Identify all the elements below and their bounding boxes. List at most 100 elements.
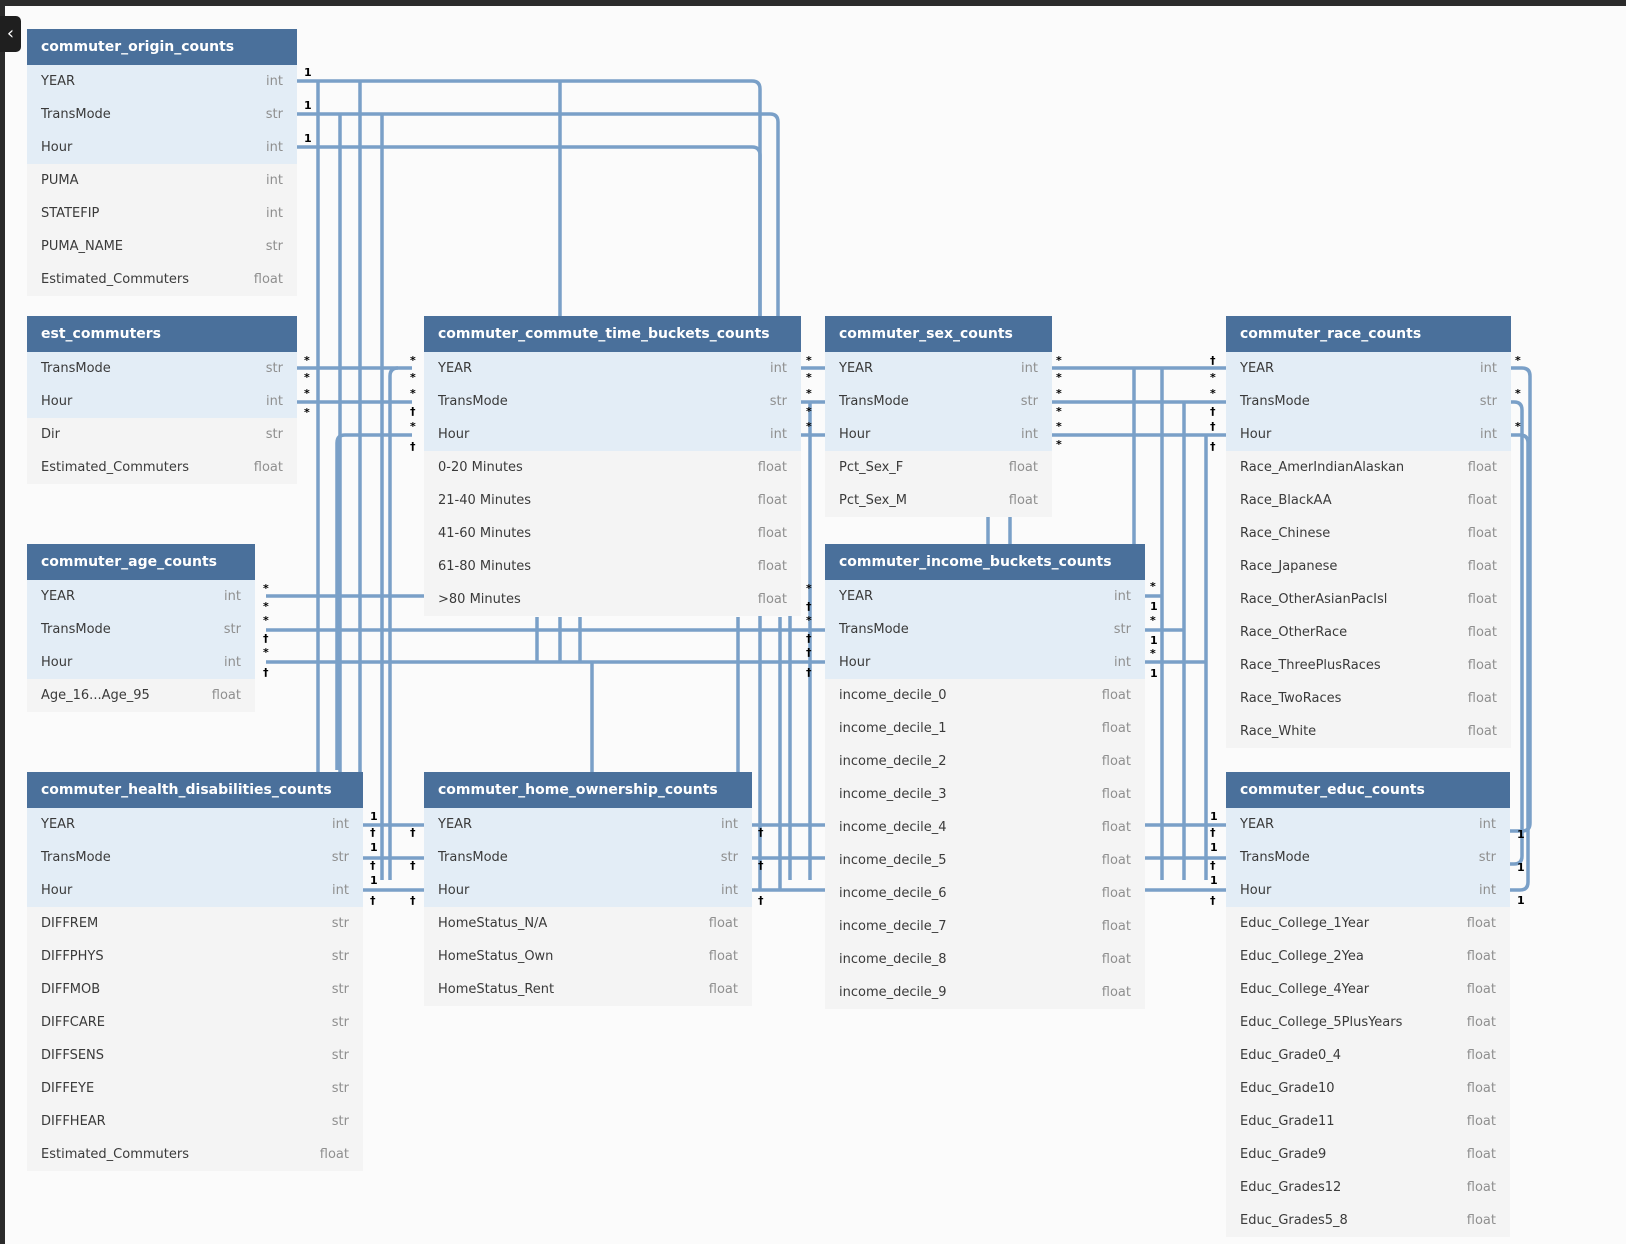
column-row[interactable]: YEAR int: [1226, 808, 1510, 841]
column-row[interactable]: YEAR int: [424, 808, 752, 841]
table-title[interactable]: commuter_age_counts: [27, 544, 255, 580]
table-title[interactable]: commuter_origin_counts: [27, 29, 297, 65]
column-row[interactable]: Dir str: [27, 418, 297, 451]
column-row[interactable]: Race_ThreePlusRaces float: [1226, 649, 1511, 682]
column-row[interactable]: HomeStatus_Own float: [424, 940, 752, 973]
column-row[interactable]: Hour int: [1226, 418, 1511, 451]
column-row[interactable]: PUMA_NAME str: [27, 230, 297, 263]
column-row[interactable]: HomeStatus_N/A float: [424, 907, 752, 940]
column-row[interactable]: Estimated_Commuters float: [27, 1138, 363, 1171]
column-row[interactable]: income_decile_6 float: [825, 877, 1145, 910]
table-commuter-educ-counts[interactable]: commuter_educ_counts YEAR int TransMode str H…: [1226, 772, 1510, 1237]
column-row[interactable]: DIFFSENS str: [27, 1039, 363, 1072]
column-row[interactable]: DIFFPHYS str: [27, 940, 363, 973]
column-row[interactable]: Educ_College_1Year float: [1226, 907, 1510, 940]
column-row[interactable]: Educ_College_5PlusYears float: [1226, 1006, 1510, 1039]
table-commuter-age-counts[interactable]: commuter_age_counts YEAR int TransMode str Ho…: [27, 544, 255, 712]
table-commuter-origin-counts[interactable]: commuter_origin_counts YEAR int TransMode st…: [27, 29, 297, 296]
column-row[interactable]: income_decile_4 float: [825, 811, 1145, 844]
column-row[interactable]: TransMode str: [424, 385, 801, 418]
column-row[interactable]: income_decile_1 float: [825, 712, 1145, 745]
column-row[interactable]: YEAR int: [27, 580, 255, 613]
column-row[interactable]: Educ_Grade11 float: [1226, 1105, 1510, 1138]
table-title[interactable]: commuter_race_counts: [1226, 316, 1511, 352]
table-title[interactable]: commuter_commute_time_buckets_counts: [424, 316, 801, 352]
table-commuter-health-disabilities-counts[interactable]: commuter_health_disabilities_counts YEAR i…: [27, 772, 363, 1171]
column-row[interactable]: income_decile_2 float: [825, 745, 1145, 778]
column-row[interactable]: TransMode str: [27, 98, 297, 131]
table-est-commuters[interactable]: est_commuters TransMode str Hour int Dir str Es…: [27, 316, 297, 484]
column-row[interactable]: DIFFHEAR str: [27, 1105, 363, 1138]
column-row[interactable]: Educ_College_4Year float: [1226, 973, 1510, 1006]
column-row[interactable]: DIFFMOB str: [27, 973, 363, 1006]
column-row[interactable]: Hour int: [424, 418, 801, 451]
column-row[interactable]: 41-60 Minutes float: [424, 517, 801, 550]
column-row[interactable]: income_decile_7 float: [825, 910, 1145, 943]
table-commuter-sex-counts[interactable]: commuter_sex_counts YEAR int TransMode str Ho…: [825, 316, 1052, 517]
column-row[interactable]: Race_AmerIndianAlaskan float: [1226, 451, 1511, 484]
table-commuter-commute-time-buckets-counts[interactable]: commuter_commute_time_buckets_counts YEAR…: [424, 316, 801, 616]
column-row[interactable]: DIFFCARE str: [27, 1006, 363, 1039]
column-row[interactable]: Educ_College_2Yea float: [1226, 940, 1510, 973]
column-row[interactable]: Race_OtherRace float: [1226, 616, 1511, 649]
column-row[interactable]: STATEFIP int: [27, 197, 297, 230]
column-row[interactable]: YEAR int: [825, 580, 1145, 613]
column-row[interactable]: Educ_Grades5_8 float: [1226, 1204, 1510, 1237]
table-title[interactable]: est_commuters: [27, 316, 297, 352]
column-row[interactable]: YEAR int: [27, 808, 363, 841]
column-row[interactable]: Estimated_Commuters float: [27, 263, 297, 296]
column-row[interactable]: PUMA int: [27, 164, 297, 197]
column-row[interactable]: Hour int: [825, 418, 1052, 451]
column-row[interactable]: >80 Minutes float: [424, 583, 801, 616]
table-title[interactable]: commuter_home_ownership_counts: [424, 772, 752, 808]
column-row[interactable]: Hour int: [825, 646, 1145, 679]
column-row[interactable]: TransMode str: [27, 613, 255, 646]
table-title[interactable]: commuter_income_buckets_counts: [825, 544, 1145, 580]
table-title[interactable]: commuter_educ_counts: [1226, 772, 1510, 808]
column-row[interactable]: Hour int: [424, 874, 752, 907]
column-row[interactable]: Race_Chinese float: [1226, 517, 1511, 550]
column-row[interactable]: Pct_Sex_F float: [825, 451, 1052, 484]
column-row[interactable]: Race_BlackAA float: [1226, 484, 1511, 517]
column-row[interactable]: Educ_Grades12 float: [1226, 1171, 1510, 1204]
column-row[interactable]: TransMode str: [424, 841, 752, 874]
column-row[interactable]: 21-40 Minutes float: [424, 484, 801, 517]
column-row[interactable]: Race_Japanese float: [1226, 550, 1511, 583]
column-row[interactable]: Age_16...Age_95 float: [27, 679, 255, 712]
column-row[interactable]: YEAR int: [424, 352, 801, 385]
column-row[interactable]: Race_OtherAsianPacIsl float: [1226, 583, 1511, 616]
column-row[interactable]: income_decile_3 float: [825, 778, 1145, 811]
column-row[interactable]: DIFFEYE str: [27, 1072, 363, 1105]
table-commuter-home-ownership-counts[interactable]: commuter_home_ownership_counts YEAR int Tra…: [424, 772, 752, 1006]
column-row[interactable]: YEAR int: [1226, 352, 1511, 385]
column-row[interactable]: YEAR int: [825, 352, 1052, 385]
column-row[interactable]: Estimated_Commuters float: [27, 451, 297, 484]
table-commuter-income-buckets-counts[interactable]: commuter_income_buckets_counts YEAR int Tra…: [825, 544, 1145, 1009]
column-row[interactable]: TransMode str: [825, 613, 1145, 646]
column-row[interactable]: Race_White float: [1226, 715, 1511, 748]
column-row[interactable]: 61-80 Minutes float: [424, 550, 801, 583]
column-row[interactable]: TransMode str: [27, 841, 363, 874]
column-row[interactable]: income_decile_0 float: [825, 679, 1145, 712]
column-row[interactable]: Hour int: [27, 646, 255, 679]
table-title[interactable]: commuter_sex_counts: [825, 316, 1052, 352]
column-row[interactable]: Educ_Grade10 float: [1226, 1072, 1510, 1105]
table-title[interactable]: commuter_health_disabilities_counts: [27, 772, 363, 808]
column-row[interactable]: Educ_Grade0_4 float: [1226, 1039, 1510, 1072]
column-row[interactable]: income_decile_5 float: [825, 844, 1145, 877]
collapse-panel-button[interactable]: ‹: [0, 16, 21, 52]
column-row[interactable]: Hour int: [27, 131, 297, 164]
column-row[interactable]: YEAR int: [27, 65, 297, 98]
column-row[interactable]: TransMode str: [825, 385, 1052, 418]
column-row[interactable]: DIFFREM str: [27, 907, 363, 940]
column-row[interactable]: Hour int: [1226, 874, 1510, 907]
column-row[interactable]: 0-20 Minutes float: [424, 451, 801, 484]
table-commuter-race-counts[interactable]: commuter_race_counts YEAR int TransMode str H…: [1226, 316, 1511, 748]
column-row[interactable]: Pct_Sex_M float: [825, 484, 1052, 517]
column-row[interactable]: Educ_Grade9 float: [1226, 1138, 1510, 1171]
column-row[interactable]: Hour int: [27, 385, 297, 418]
column-row[interactable]: income_decile_9 float: [825, 976, 1145, 1009]
column-row[interactable]: income_decile_8 float: [825, 943, 1145, 976]
column-row[interactable]: TransMode str: [1226, 841, 1510, 874]
column-row[interactable]: Hour int: [27, 874, 363, 907]
